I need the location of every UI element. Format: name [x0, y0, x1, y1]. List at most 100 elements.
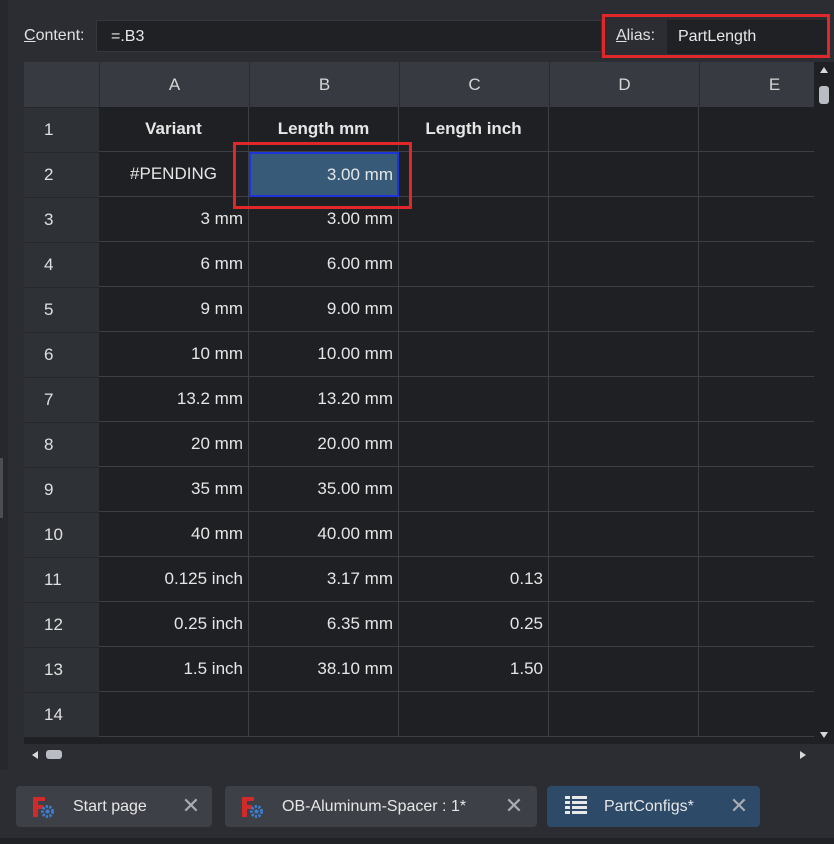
cell-b1[interactable]: Length mm: [249, 107, 399, 152]
cell-a5[interactable]: 9 mm: [99, 287, 249, 332]
cell-e7[interactable]: [699, 377, 814, 422]
cell-d5[interactable]: [549, 287, 699, 332]
scroll-down-arrow-icon[interactable]: [820, 732, 828, 738]
cell-e2[interactable]: [699, 152, 814, 197]
cell-d11[interactable]: [549, 557, 699, 602]
cell-e10[interactable]: [699, 512, 814, 557]
scroll-up-arrow-icon[interactable]: [820, 67, 828, 73]
cell-e12[interactable]: [699, 602, 814, 647]
cell-c3[interactable]: [399, 197, 549, 242]
cell-e5[interactable]: [699, 287, 814, 332]
tab-ob-aluminum-spacer[interactable]: OB-Aluminum-Spacer : 1* ✕: [225, 786, 537, 827]
cell-b4[interactable]: 6.00 mm: [249, 242, 399, 287]
cell-d4[interactable]: [549, 242, 699, 287]
cell-e11[interactable]: [699, 557, 814, 602]
cell-a12[interactable]: 0.25 inch: [99, 602, 249, 647]
row-header[interactable]: 13: [24, 647, 99, 692]
cell-c10[interactable]: [399, 512, 549, 557]
cell-a6[interactable]: 10 mm: [99, 332, 249, 377]
cell-b10[interactable]: 40.00 mm: [249, 512, 399, 557]
cell-e6[interactable]: [699, 332, 814, 377]
column-header-d[interactable]: D: [549, 62, 699, 107]
row-header[interactable]: 11: [24, 557, 99, 602]
cell-b2[interactable]: 3.00 mm: [249, 152, 399, 197]
horizontal-scroll-thumb[interactable]: [46, 750, 62, 759]
column-header-b[interactable]: B: [249, 62, 399, 107]
vertical-scrollbar[interactable]: [814, 62, 834, 744]
content-input[interactable]: =.B3: [96, 20, 602, 52]
left-splitter[interactable]: [0, 458, 3, 518]
cell-b11[interactable]: 3.17 mm: [249, 557, 399, 602]
cell-a8[interactable]: 20 mm: [99, 422, 249, 467]
close-icon[interactable]: ✕: [728, 795, 750, 817]
scroll-left-arrow-icon[interactable]: [32, 751, 38, 759]
cell-b8[interactable]: 20.00 mm: [249, 422, 399, 467]
scroll-right-arrow-icon[interactable]: [800, 751, 806, 759]
cell-d7[interactable]: [549, 377, 699, 422]
cell-a2[interactable]: #PENDING: [99, 152, 249, 197]
cell-c12[interactable]: 0.25: [399, 602, 549, 647]
cell-e13[interactable]: [699, 647, 814, 692]
cell-e1[interactable]: [699, 107, 814, 152]
cell-c7[interactable]: [399, 377, 549, 422]
cell-a10[interactable]: 40 mm: [99, 512, 249, 557]
cell-d1[interactable]: [549, 107, 699, 152]
horizontal-scrollbar[interactable]: [24, 744, 814, 766]
cell-b12[interactable]: 6.35 mm: [249, 602, 399, 647]
cell-c1[interactable]: Length inch: [399, 107, 549, 152]
column-header-e[interactable]: E: [699, 62, 814, 107]
cell-b5[interactable]: 9.00 mm: [249, 287, 399, 332]
row-header[interactable]: 12: [24, 602, 99, 647]
row-header[interactable]: 3: [24, 197, 99, 242]
cell-a14[interactable]: [99, 692, 249, 737]
cell-c6[interactable]: [399, 332, 549, 377]
alias-input[interactable]: PartLength: [667, 20, 827, 54]
cell-a11[interactable]: 0.125 inch: [99, 557, 249, 602]
cell-d8[interactable]: [549, 422, 699, 467]
row-header[interactable]: 7: [24, 377, 99, 422]
cell-d9[interactable]: [549, 467, 699, 512]
close-icon[interactable]: ✕: [503, 795, 525, 817]
row-header[interactable]: 8: [24, 422, 99, 467]
row-header[interactable]: 6: [24, 332, 99, 377]
cell-b7[interactable]: 13.20 mm: [249, 377, 399, 422]
cell-d10[interactable]: [549, 512, 699, 557]
close-icon[interactable]: ✕: [180, 795, 202, 817]
vertical-scroll-thumb[interactable]: [819, 86, 829, 104]
cell-c9[interactable]: [399, 467, 549, 512]
cell-b13[interactable]: 38.10 mm: [249, 647, 399, 692]
cell-c8[interactable]: [399, 422, 549, 467]
cell-a4[interactable]: 6 mm: [99, 242, 249, 287]
tab-start-page[interactable]: Start page ✕: [16, 786, 212, 827]
row-header[interactable]: 14: [24, 692, 99, 737]
cell-d2[interactable]: [549, 152, 699, 197]
cell-e14[interactable]: [699, 692, 814, 737]
row-header[interactable]: 2: [24, 152, 99, 197]
cell-d14[interactable]: [549, 692, 699, 737]
cell-d12[interactable]: [549, 602, 699, 647]
cell-c11[interactable]: 0.13: [399, 557, 549, 602]
cell-c2[interactable]: [399, 152, 549, 197]
cell-c14[interactable]: [399, 692, 549, 737]
cell-b6[interactable]: 10.00 mm: [249, 332, 399, 377]
cell-a3[interactable]: 3 mm: [99, 197, 249, 242]
cell-d6[interactable]: [549, 332, 699, 377]
row-header[interactable]: 10: [24, 512, 99, 557]
cell-a1[interactable]: Variant: [99, 107, 249, 152]
cell-c13[interactable]: 1.50: [399, 647, 549, 692]
cell-c5[interactable]: [399, 287, 549, 332]
row-header[interactable]: 4: [24, 242, 99, 287]
tab-partconfigs[interactable]: PartConfigs* ✕: [547, 786, 760, 827]
column-header-a[interactable]: A: [99, 62, 249, 107]
cell-a7[interactable]: 13.2 mm: [99, 377, 249, 422]
cell-e8[interactable]: [699, 422, 814, 467]
cell-e4[interactable]: [699, 242, 814, 287]
cell-a9[interactable]: 35 mm: [99, 467, 249, 512]
spreadsheet-grid[interactable]: A B C D E 1 Variant Length mm Length inch 2 #PENDI…: [24, 62, 814, 744]
cell-d13[interactable]: [549, 647, 699, 692]
cell-b14[interactable]: [249, 692, 399, 737]
cell-b9[interactable]: 35.00 mm: [249, 467, 399, 512]
row-header[interactable]: 5: [24, 287, 99, 332]
row-header[interactable]: 9: [24, 467, 99, 512]
cell-a13[interactable]: 1.5 inch: [99, 647, 249, 692]
